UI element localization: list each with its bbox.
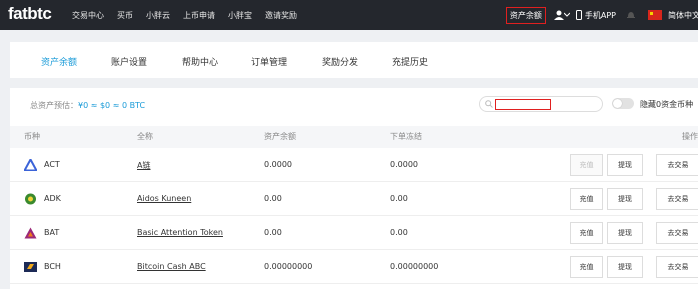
column-header-actions: 操作 bbox=[682, 132, 698, 141]
hide-zero-balance-label: 隐藏0资金币种 bbox=[640, 100, 694, 109]
nav-trading-center[interactable]: 交易中心 bbox=[72, 10, 104, 21]
column-header-balance: 资产余额 bbox=[264, 132, 296, 141]
coin-search-box bbox=[479, 96, 603, 112]
column-header-currency: 币种 bbox=[24, 132, 40, 141]
table-row: BAT Basic Attention Token 0.00 0.00 充值 提… bbox=[10, 216, 698, 250]
coin-balance: 0.0000 bbox=[264, 160, 292, 169]
tab-deposit-withdraw-history[interactable]: 充提历史 bbox=[392, 55, 428, 68]
withdraw-button[interactable]: 提现 bbox=[607, 222, 643, 244]
coin-symbol: ADK bbox=[44, 194, 61, 203]
bch-icon bbox=[24, 262, 37, 272]
assets-balance-link[interactable]: 资产余额 bbox=[505, 6, 546, 24]
coin-symbol: BAT bbox=[44, 228, 60, 237]
top-navbar: fatbtc 交易中心 买币 小胖云 上币申请 小胖宝 邀请奖励 资产余额 手机… bbox=[0, 0, 698, 30]
tab-account-settings[interactable]: 账户设置 bbox=[111, 55, 147, 68]
tab-asset-balance[interactable]: 资产余额 bbox=[41, 55, 77, 68]
table-row: ADK Aidos Kuneen 0.00 0.00 充值 提现 去交易 bbox=[10, 182, 698, 216]
deposit-button[interactable]: 充值 bbox=[570, 222, 603, 244]
total-assets-estimate: 总资产预估：¥0 ≈ $0 ≈ 0 BTC bbox=[30, 100, 145, 111]
table-header: 币种 全称 资产余额 下单冻结 操作 bbox=[10, 126, 698, 148]
column-header-full-name: 全称 bbox=[137, 132, 153, 141]
assets-panel: 总资产预估：¥0 ≈ $0 ≈ 0 BTC 隐藏0资金币种 币种 全称 资产余额… bbox=[10, 88, 698, 289]
nav-listing-application[interactable]: 上币申请 bbox=[183, 10, 215, 21]
deposit-button[interactable]: 充值 bbox=[570, 188, 603, 210]
logo[interactable]: fatbtc bbox=[8, 4, 52, 24]
user-icon bbox=[553, 10, 564, 20]
china-flag-icon[interactable] bbox=[648, 10, 662, 20]
search-icon bbox=[485, 100, 493, 108]
trade-button[interactable]: 去交易 bbox=[656, 256, 698, 278]
total-assets-value: ¥0 ≈ $0 ≈ 0 BTC bbox=[78, 101, 146, 110]
mobile-app-label: 手机APP bbox=[584, 10, 616, 20]
coin-balance: 0.00 bbox=[264, 194, 282, 203]
coin-symbol: BCH bbox=[44, 262, 61, 271]
deposit-button[interactable]: 充值 bbox=[570, 154, 603, 176]
trade-button[interactable]: 去交易 bbox=[656, 154, 698, 176]
main-nav: 交易中心 买币 小胖云 上币申请 小胖宝 邀请奖励 bbox=[72, 0, 310, 30]
deposit-button[interactable]: 充值 bbox=[570, 256, 603, 278]
coin-frozen: 0.00000000 bbox=[390, 262, 439, 271]
header-right: 资产余额 手机APP 简体中文 bbox=[505, 0, 698, 30]
bat-icon bbox=[24, 227, 37, 239]
hide-zero-balance-toggle[interactable] bbox=[612, 98, 634, 109]
chevron-down-icon bbox=[563, 12, 570, 17]
phone-icon bbox=[575, 10, 582, 20]
table-row: BCH Bitcoin Cash ABC 0.00000000 0.000000… bbox=[10, 250, 698, 284]
coin-full-name-link[interactable]: Basic Attention Token bbox=[137, 228, 223, 237]
account-tabs: 资产余额 账户设置 帮助中心 订单管理 奖励分发 充提历史 bbox=[10, 42, 698, 78]
column-header-frozen: 下单冻结 bbox=[390, 132, 422, 141]
tab-order-management[interactable]: 订单管理 bbox=[251, 55, 287, 68]
tab-help-center[interactable]: 帮助中心 bbox=[182, 55, 218, 68]
coin-frozen: 0.00 bbox=[390, 194, 408, 203]
table-row: ACT A链 0.0000 0.0000 充值 提现 去交易 bbox=[10, 148, 698, 182]
coin-search-input[interactable] bbox=[495, 99, 551, 110]
trade-button[interactable]: 去交易 bbox=[656, 222, 698, 244]
coin-full-name-link[interactable]: Aidos Kuneen bbox=[137, 194, 191, 203]
notification-icon[interactable] bbox=[626, 10, 636, 20]
language-selector[interactable]: 简体中文 bbox=[668, 10, 698, 21]
nav-invite-rewards[interactable]: 邀请奖励 bbox=[265, 10, 297, 21]
aidos-icon bbox=[25, 193, 36, 205]
coin-frozen: 0.00 bbox=[390, 228, 408, 237]
nav-cloud[interactable]: 小胖云 bbox=[146, 10, 170, 21]
tab-reward-distribution[interactable]: 奖励分发 bbox=[322, 55, 358, 68]
nav-buy-coin[interactable]: 买币 bbox=[117, 10, 133, 21]
withdraw-button[interactable]: 提现 bbox=[607, 256, 643, 278]
withdraw-button[interactable]: 提现 bbox=[607, 188, 643, 210]
coin-frozen: 0.0000 bbox=[390, 160, 418, 169]
coin-symbol: ACT bbox=[44, 160, 60, 169]
withdraw-button[interactable]: 提现 bbox=[607, 154, 643, 176]
mobile-app-link[interactable]: 手机APP bbox=[575, 10, 616, 21]
trade-button[interactable]: 去交易 bbox=[656, 188, 698, 210]
coin-balance: 0.00 bbox=[264, 228, 282, 237]
total-assets-label: 总资产预估： bbox=[30, 101, 78, 110]
coin-full-name-link[interactable]: A链 bbox=[137, 160, 150, 171]
coin-balance: 0.00000000 bbox=[264, 262, 313, 271]
nav-fatbao[interactable]: 小胖宝 bbox=[228, 10, 252, 21]
achain-icon bbox=[24, 159, 37, 171]
user-menu[interactable] bbox=[553, 9, 572, 21]
coin-full-name-link[interactable]: Bitcoin Cash ABC bbox=[137, 262, 206, 271]
